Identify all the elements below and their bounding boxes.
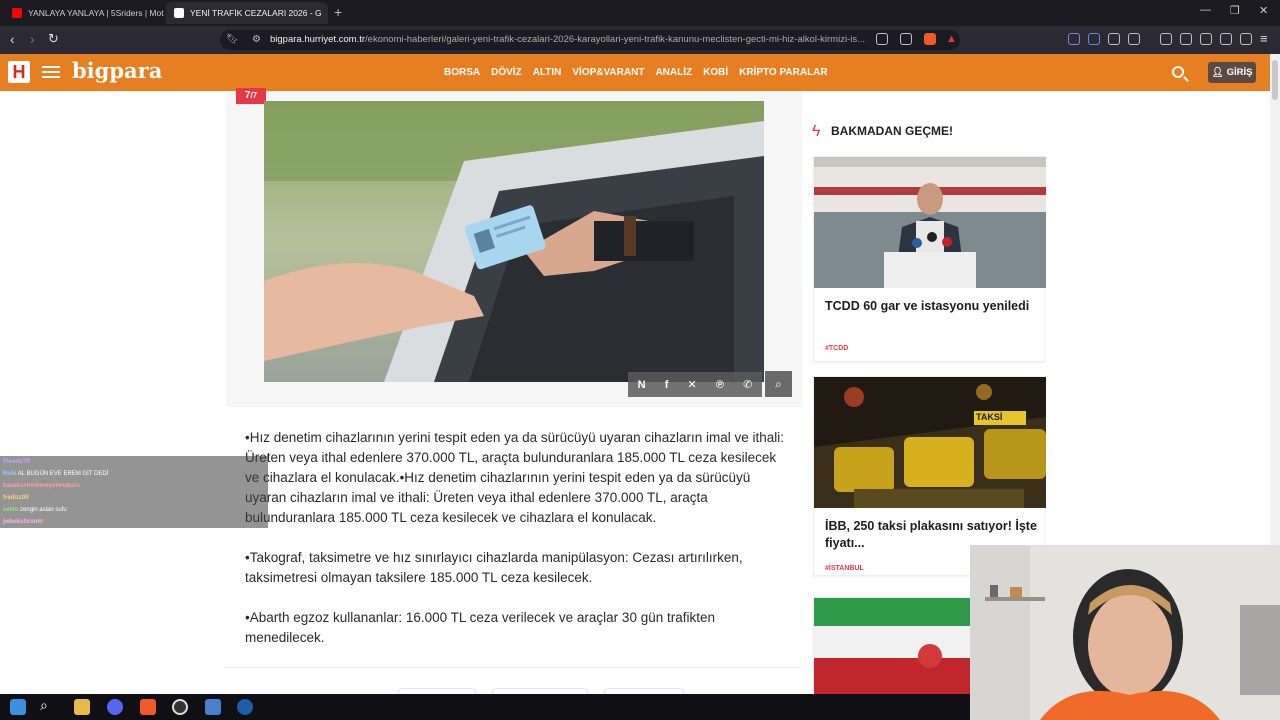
close-window-icon[interactable]: ✕ xyxy=(1259,4,1268,17)
login-label: GİRİŞ xyxy=(1226,67,1253,78)
hurriyet-favicon-icon xyxy=(174,8,184,18)
x-twitter-icon[interactable]: ✕ xyxy=(688,378,697,391)
forward-icon[interactable]: › xyxy=(30,31,35,47)
gallery-photo[interactable] xyxy=(264,101,764,382)
obs-icon[interactable] xyxy=(172,699,188,715)
main-nav: BORSA DÖVİZ ALTIN VİOP&VARANT ANALİZ KOB… xyxy=(444,67,828,78)
share-bar: N f ✕ ℗ ✆ xyxy=(628,372,762,397)
chat-line: jwbukullcsmtr xyxy=(3,519,44,525)
back-icon[interactable]: ‹ xyxy=(10,31,15,47)
divider xyxy=(226,667,802,668)
app-icon[interactable] xyxy=(205,699,221,715)
url-domain: bigpara.hurriyet.com.tr xyxy=(270,34,366,45)
reader-view-icon[interactable] xyxy=(876,33,888,45)
brave-shield-icon[interactable] xyxy=(924,33,936,45)
article-body: •Hız denetim cihazlarının yerini tespit … xyxy=(245,428,785,668)
leo-ai-icon[interactable] xyxy=(1220,33,1232,45)
chat-line: selim zengin aslan sufu xyxy=(3,507,67,513)
webcam-overlay xyxy=(970,545,1280,720)
nav-analiz[interactable]: ANALİZ xyxy=(655,67,692,78)
rewards-icon[interactable]: ▲ xyxy=(946,33,957,45)
stream-chat-overlay: PleadsTR Ruhi AL BUGÜN EVE EREM GİT DEDİ… xyxy=(0,456,268,528)
nav-borsa[interactable]: BORSA xyxy=(444,67,480,78)
news-card[interactable]: TCDD 60 gar ve istasyonu yeniledi #TCDD xyxy=(813,156,1046,362)
gallery-counter: 7/7 xyxy=(236,88,266,104)
news-card-title[interactable]: TCDD 60 gar ve istasyonu yeniledi xyxy=(825,298,1037,315)
menu-icon[interactable]: ≡ xyxy=(1260,31,1268,46)
newsletter-icon[interactable]: N xyxy=(638,379,646,391)
nav-kobi[interactable]: KOBİ xyxy=(703,67,728,78)
taxi-sign-text: TAKSİ xyxy=(976,412,1003,422)
bookmark-icon[interactable]: 🔖︎ xyxy=(226,34,239,45)
chat-line: PleadsTR xyxy=(3,459,31,465)
tab-label: YANLAYA YANLAYA | 5Sriders | Moto xyxy=(28,8,164,18)
pinterest-icon[interactable]: ℗ xyxy=(716,379,724,391)
url-text[interactable]: bigpara.hurriyet.com.tr/ekonomi-haberler… xyxy=(270,34,870,45)
extension-icon[interactable] xyxy=(1128,33,1140,45)
user-icon: 👤︎ xyxy=(1211,67,1224,78)
news-card-tag[interactable]: #TCDD xyxy=(825,345,848,352)
bigpara-logo[interactable]: bigpara xyxy=(72,58,162,83)
news-card-image xyxy=(814,157,1046,288)
hamburger-menu-icon[interactable] xyxy=(42,66,60,78)
wallet-icon[interactable] xyxy=(1200,33,1212,45)
url-path: /ekonomi-haberleri/galeri-yeni-trafik-ce… xyxy=(365,34,865,45)
sidebar-title: BAKMADAN GEÇME! xyxy=(831,124,953,138)
whatsapp-icon[interactable]: ✆ xyxy=(743,378,752,391)
file-explorer-icon[interactable] xyxy=(74,699,90,715)
discord-icon[interactable] xyxy=(107,699,123,715)
zoom-button[interactable]: ⌕ xyxy=(765,371,792,397)
news-card-tag[interactable]: #İSTANBUL xyxy=(825,565,864,572)
site-info-icon[interactable]: ⚙︎ xyxy=(252,34,261,45)
search-icon[interactable] xyxy=(1172,66,1184,78)
sidebar-icon[interactable] xyxy=(1180,33,1192,45)
extension-icon[interactable] xyxy=(1088,33,1100,45)
counter-total: /7 xyxy=(250,91,258,100)
nav-doviz[interactable]: DÖVİZ xyxy=(491,67,522,78)
lightning-icon: ϟ xyxy=(812,123,821,140)
tab-active-article[interactable]: YENİ TRAFİK CEZALARI 2026 - G × xyxy=(166,2,328,24)
close-tab-icon[interactable]: × xyxy=(322,7,329,19)
nav-altin[interactable]: ALTIN xyxy=(533,67,562,78)
facebook-icon[interactable]: f xyxy=(665,379,669,391)
zoom-icon: ⌕ xyxy=(775,377,782,391)
reload-icon[interactable]: ↻ xyxy=(48,31,59,47)
minimize-icon[interactable]: — xyxy=(1200,4,1211,16)
search-icon[interactable]: ⌕ xyxy=(40,697,48,714)
tab-label: YENİ TRAFİK CEZALARI 2026 - G xyxy=(190,8,322,18)
login-button[interactable]: 👤︎ GİRİŞ xyxy=(1208,62,1256,83)
article-paragraph: •Abarth egzoz kullananlar: 16.000 TL cez… xyxy=(245,610,715,645)
brave-icon[interactable] xyxy=(140,699,156,715)
chat-line: Ruhi AL BUGÜN EVE EREM GİT DEDİ xyxy=(3,471,109,477)
new-tab-button[interactable]: + xyxy=(334,4,342,20)
music-icon[interactable] xyxy=(1160,33,1172,45)
article-paragraph: •Takograf, taksimetre ve hız sınırlayıcı… xyxy=(245,550,743,585)
extension-icon[interactable] xyxy=(1068,33,1080,45)
share-icon[interactable] xyxy=(900,33,912,45)
vpn-icon[interactable] xyxy=(1240,33,1252,45)
news-card-image xyxy=(814,377,1046,508)
restore-icon[interactable]: ❐ xyxy=(1230,4,1240,17)
youtube-icon xyxy=(12,8,22,18)
scrollbar-thumb[interactable] xyxy=(1272,60,1278,100)
chat-line: basaksehirmmdyetmuduru xyxy=(3,483,80,489)
nav-kripto[interactable]: KRİPTO PARALAR xyxy=(739,67,828,78)
chat-line: fredizz00 xyxy=(3,495,29,501)
steam-icon[interactable] xyxy=(237,699,253,715)
puzzle-icon[interactable] xyxy=(1108,33,1120,45)
tab-youtube[interactable]: YANLAYA YANLAYA | 5Sriders | Moto xyxy=(4,2,164,24)
hurriyet-logo[interactable]: H xyxy=(8,61,30,83)
article-paragraph: •Hız denetim cihazlarının yerini tespit … xyxy=(245,430,784,525)
nav-viop[interactable]: VİOP&VARANT xyxy=(572,67,644,78)
windows-start-icon[interactable] xyxy=(10,699,26,715)
